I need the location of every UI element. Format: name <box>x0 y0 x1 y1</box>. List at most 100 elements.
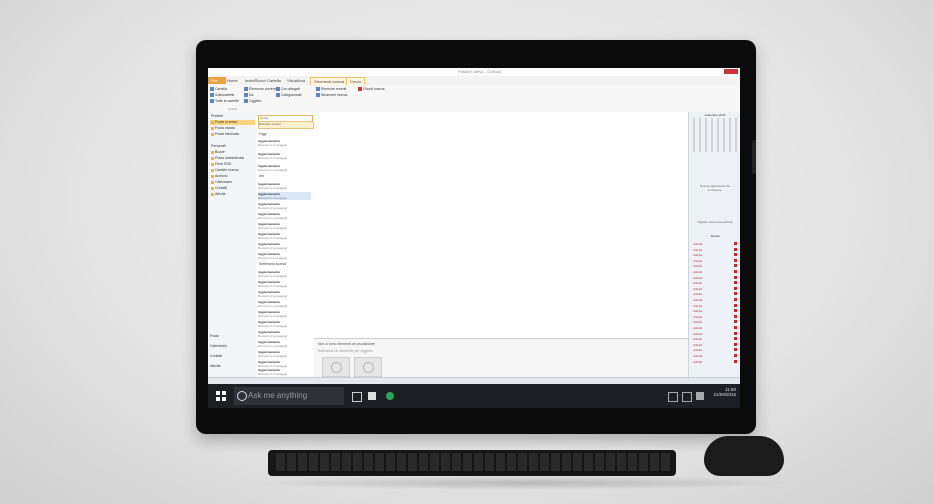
volume-icon[interactable] <box>682 392 692 402</box>
windows-start-icon[interactable] <box>216 391 226 401</box>
edge-icon[interactable] <box>386 392 394 400</box>
ribbon-from[interactable]: Da <box>244 93 253 98</box>
nav-mail-button[interactable]: Posta <box>210 334 219 338</box>
ribbon-current-item[interactable]: Elemento corrente <box>244 87 278 92</box>
task-item[interactable]: Attività <box>693 286 737 292</box>
flag-icon[interactable] <box>734 242 737 245</box>
nav-deleted[interactable]: Posta eliminata <box>211 132 239 137</box>
list-item[interactable]: Aggiornamento Ricevuto il messaggio <box>258 242 311 250</box>
network-icon[interactable] <box>668 392 678 402</box>
list-item[interactable]: Aggiornamento Ricevuto il messaggio <box>258 340 311 348</box>
flag-icon[interactable] <box>734 258 737 262</box>
flag-icon[interactable] <box>734 359 737 363</box>
recent-searches-dropdown[interactable]: Ricerche recenti <box>258 121 314 129</box>
task-item[interactable]: Attività <box>693 354 737 359</box>
list-item[interactable]: Aggiornamento Ricevuto il messaggio <box>258 232 311 240</box>
nav-sent[interactable]: Posta inviata <box>211 126 235 131</box>
flag-icon[interactable] <box>734 247 737 251</box>
file-explorer-icon[interactable] <box>368 392 376 400</box>
list-item[interactable]: Aggiornamento Ricevuto il messaggio <box>258 164 311 172</box>
group-header-today[interactable]: Oggi <box>259 132 266 136</box>
list-item[interactable]: Aggiornamento Ricevuto il messaggio <box>258 320 311 328</box>
task-item[interactable]: Attività <box>693 337 737 342</box>
list-item[interactable]: Aggiornamento Ricevuto il messaggio <box>258 300 311 308</box>
flag-icon[interactable] <box>734 348 737 352</box>
nav-contacts-folder[interactable]: Contatti <box>211 186 227 191</box>
task-item[interactable]: Attività <box>693 309 737 314</box>
list-item[interactable]: Aggiornamento Ricevuto il messaggio <box>258 330 311 338</box>
flag-icon[interactable] <box>734 326 737 329</box>
date-navigator[interactable] <box>693 118 737 152</box>
flag-icon[interactable] <box>734 320 737 324</box>
flag-icon[interactable] <box>734 264 737 268</box>
flag-icon[interactable] <box>734 337 737 341</box>
nav-rss[interactable]: Feed RSS <box>211 162 231 167</box>
list-item[interactable]: Aggiornamento Ricevuto il messaggio <box>258 350 311 358</box>
close-button[interactable] <box>724 69 738 74</box>
list-item[interactable]: Aggiornamento Ricevuto il messaggio <box>258 182 311 190</box>
flag-icon[interactable] <box>734 298 737 301</box>
list-item[interactable]: Aggiornamento Ricevuto il messaggio <box>258 252 311 260</box>
flag-icon[interactable] <box>734 292 737 296</box>
tab-view[interactable]: Visualizza <box>284 77 308 84</box>
list-item[interactable]: Aggiornamento Ricevuto il messaggio <box>258 152 311 160</box>
group-header-last-week[interactable]: Settimana scorsa <box>259 262 286 266</box>
nav-calendar-folder[interactable]: Calendario <box>211 180 232 185</box>
avatar[interactable] <box>354 357 382 377</box>
task-item[interactable]: Attività <box>693 242 737 247</box>
task-item[interactable]: Attività <box>693 326 737 331</box>
nav-inbox[interactable]: Posta in arrivo <box>210 120 255 125</box>
ribbon-attachments[interactable]: Con allegati <box>276 87 299 92</box>
task-item[interactable]: Attività <box>693 270 737 275</box>
list-item[interactable]: Aggiornamento Ricevuto il messaggio <box>258 280 311 288</box>
flag-icon[interactable] <box>734 354 737 357</box>
group-header-yesterday[interactable]: Ieri <box>259 174 264 178</box>
task-item[interactable]: Attività <box>693 342 737 348</box>
flag-icon[interactable] <box>734 342 737 346</box>
ribbon-subfolders[interactable]: Sottocartelle <box>210 93 234 98</box>
list-item[interactable]: Aggiornamento Ricevuto il messaggio <box>258 360 311 368</box>
task-item[interactable]: Attività <box>693 348 737 353</box>
task-item[interactable]: Attività <box>693 298 737 303</box>
avatar[interactable] <box>322 357 350 377</box>
ribbon-all-folders[interactable]: Tutte le cartelle <box>210 99 239 104</box>
task-view-icon[interactable] <box>352 392 362 402</box>
list-item[interactable]: Aggiornamento Ricevuto il messaggio <box>258 310 311 318</box>
ribbon-close-search[interactable]: Chiudi ricerca <box>358 87 384 92</box>
task-item[interactable]: Attività <box>693 275 737 281</box>
list-item[interactable]: Aggiornamento Ricevuto il messaggio <box>258 290 311 298</box>
list-item[interactable]: Aggiornamento Ricevuto il messaggio <box>258 222 311 230</box>
list-item[interactable]: Aggiornamento Ricevuto il messaggio <box>258 192 311 200</box>
flag-icon[interactable] <box>734 314 737 318</box>
task-item[interactable]: Attività <box>693 264 737 269</box>
nav-search-folders[interactable]: Cartelle ricerca <box>211 168 239 173</box>
flag-icon[interactable] <box>734 303 737 307</box>
tab-home[interactable]: Home <box>224 77 241 84</box>
taskbar-search[interactable]: Ask me anything <box>234 387 344 405</box>
task-item[interactable]: Attività <box>693 258 737 264</box>
ribbon-search-tools[interactable]: Strumenti ricerca <box>316 93 347 98</box>
list-item[interactable]: Aggiornamento Ricevuto il messaggio <box>258 202 311 210</box>
nav-tasks-button[interactable]: Attività <box>210 364 221 368</box>
task-item[interactable]: Attività <box>693 253 737 258</box>
list-item[interactable]: Aggiornamento Ricevuto il messaggio <box>258 212 311 220</box>
task-item[interactable]: Attività <box>693 247 737 253</box>
new-task-input[interactable]: Digitare una nuova attività <box>693 220 737 224</box>
nav-favorites[interactable]: Preferiti <box>211 114 223 119</box>
nav-archive[interactable]: Archivio <box>211 174 227 179</box>
flag-icon[interactable] <box>734 286 737 290</box>
nav-tasks-folder[interactable]: Attività <box>211 192 226 197</box>
notification-icon[interactable] <box>696 392 704 400</box>
nav-contacts-button[interactable]: Contatti <box>210 354 222 358</box>
task-item[interactable]: Attività <box>693 303 737 309</box>
flag-icon[interactable] <box>734 275 737 279</box>
task-item[interactable]: Attività <box>693 331 737 337</box>
taskbar-clock[interactable]: 11:50 21/09/2015 <box>713 387 736 397</box>
task-item[interactable]: Attività <box>693 320 737 325</box>
list-item[interactable]: Aggiornamento Ricevuto il messaggio <box>258 139 311 147</box>
ribbon-subject[interactable]: Oggetto <box>244 99 261 104</box>
nav-personal[interactable]: Personali <box>211 144 226 149</box>
task-item[interactable]: Attività <box>693 314 737 320</box>
flag-icon[interactable] <box>734 309 737 313</box>
nav-calendar-button[interactable]: Calendario <box>210 344 227 348</box>
